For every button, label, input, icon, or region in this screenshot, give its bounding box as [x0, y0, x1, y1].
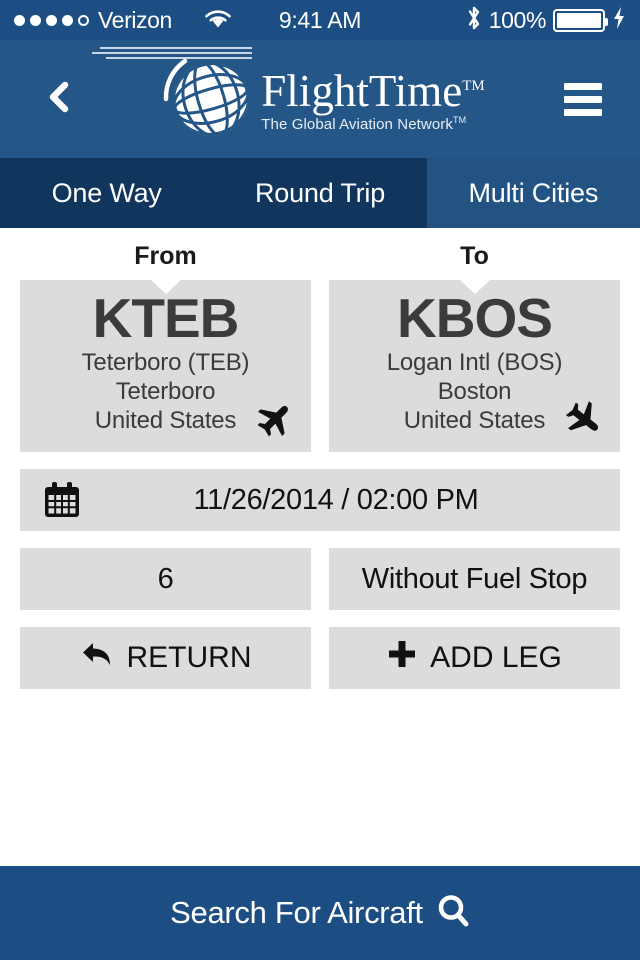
- wifi-icon: [203, 7, 233, 34]
- column-labels: From To: [20, 228, 620, 280]
- tab-multi-cities[interactable]: Multi Cities: [426, 158, 640, 243]
- bluetooth-icon: [466, 5, 482, 36]
- tab-one-way-label: One Way: [51, 177, 162, 208]
- battery-percentage: 100%: [488, 6, 547, 33]
- battery-icon: [553, 8, 608, 32]
- to-label: To: [460, 242, 489, 270]
- passenger-count-field[interactable]: 6: [20, 548, 311, 610]
- add-leg-button[interactable]: ADD LEG: [329, 627, 620, 689]
- signal-strength-icon: [14, 14, 89, 26]
- logo-rule-lines: [92, 47, 252, 59]
- plus-icon: [387, 639, 417, 677]
- passenger-fuel-row: 6 Without Fuel Stop: [20, 548, 620, 610]
- search-form: From To KTEB Teterboro (TEB) Teterboro U…: [0, 228, 640, 866]
- globe-icon: [155, 47, 257, 152]
- tab-round-trip[interactable]: Round Trip: [213, 158, 426, 228]
- from-airport-card[interactable]: KTEB Teterboro (TEB) Teterboro United St…: [20, 280, 311, 452]
- back-button[interactable]: [0, 40, 115, 158]
- return-button-label: RETURN: [126, 641, 252, 674]
- fuel-stop-field[interactable]: Without Fuel Stop: [329, 548, 620, 610]
- status-bar-left: Verizon: [14, 7, 233, 34]
- to-airport-card[interactable]: KBOS Logan Intl (BOS) Boston United Stat…: [329, 280, 620, 452]
- chevron-left-icon: [43, 77, 73, 122]
- from-airport-name: Teterboro (TEB): [81, 348, 250, 376]
- airport-cards: KTEB Teterboro (TEB) Teterboro United St…: [20, 280, 620, 452]
- tab-multi-cities-label: Multi Cities: [468, 177, 599, 208]
- to-airport-code: KBOS: [397, 287, 553, 349]
- logo-wordmark: FlightTimeTM: [261, 65, 485, 116]
- tab-one-way[interactable]: One Way: [0, 158, 213, 228]
- hamburger-menu-icon: [563, 82, 602, 116]
- passenger-count-value: 6: [157, 562, 174, 595]
- logo-tagline: The Global Aviation NetworkTM: [261, 115, 467, 134]
- app-header: FlightTimeTM The Global Aviation Network…: [0, 40, 640, 158]
- to-airport-name: Logan Intl (BOS): [386, 348, 563, 376]
- magnifier-icon: [436, 893, 470, 934]
- fuel-stop-value: Without Fuel Stop: [361, 562, 588, 595]
- status-bar-right: 100%: [466, 5, 626, 36]
- add-leg-button-label: ADD LEG: [430, 641, 562, 674]
- from-label: From: [134, 242, 197, 270]
- carrier-name: Verizon: [98, 6, 172, 33]
- card-notch-icon: [150, 280, 181, 294]
- datetime-value: 11/26/2014 / 02:00 PM: [193, 483, 479, 516]
- logo-text-block: FlightTimeTM The Global Aviation Network…: [261, 65, 485, 134]
- back-arrow-icon: [80, 639, 114, 677]
- airplane-departure-icon: [255, 400, 295, 443]
- trip-type-tabs: One Way Round Trip Multi Cities: [0, 158, 640, 243]
- airplane-arrival-icon: [564, 400, 604, 443]
- leg-actions-row: RETURN ADD LEG: [20, 627, 620, 689]
- return-button[interactable]: RETURN: [20, 627, 311, 689]
- search-for-aircraft-button[interactable]: Search For Aircraft: [0, 866, 640, 960]
- tab-round-trip-label: Round Trip: [254, 177, 386, 208]
- from-airport-code: KTEB: [92, 287, 240, 349]
- status-bar: Verizon 9:41 AM 100%: [0, 0, 640, 40]
- card-notch-icon: [459, 280, 490, 294]
- search-for-aircraft-label: Search For Aircraft: [170, 895, 423, 930]
- lightning-bolt-icon: [612, 6, 626, 35]
- menu-button[interactable]: [525, 40, 640, 158]
- datetime-field[interactable]: 11/26/2014 / 02:00 PM: [20, 469, 620, 531]
